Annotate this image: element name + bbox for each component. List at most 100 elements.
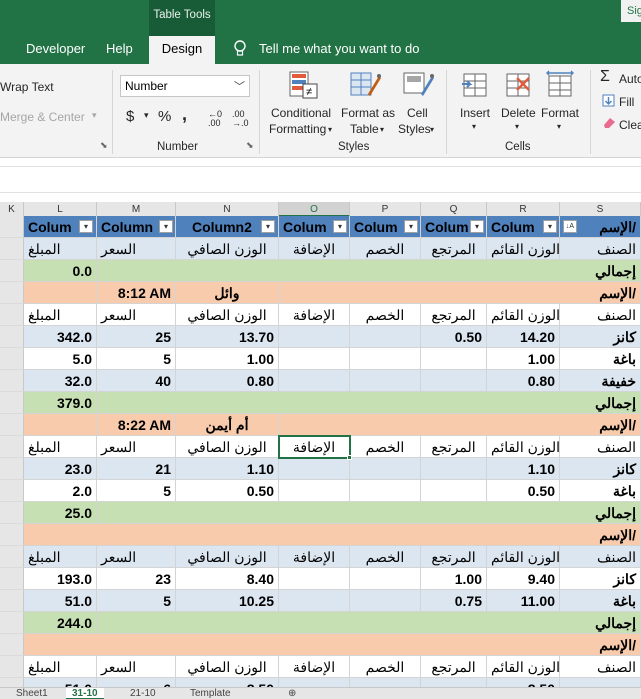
item-cell[interactable]: كانز — [560, 568, 641, 590]
gross-weight-cell[interactable]: 9.40 — [487, 568, 560, 590]
column-header-o[interactable]: O — [279, 202, 350, 217]
net-weight-cell[interactable]: 8.40 — [176, 568, 279, 590]
name-label-cell[interactable]: الإسم/ — [560, 282, 641, 304]
insert-cells-icon[interactable] — [460, 70, 490, 100]
cell[interactable] — [279, 414, 560, 436]
cell[interactable]: الصنف — [560, 656, 641, 678]
discount-cell[interactable] — [350, 590, 421, 612]
cell[interactable] — [24, 524, 560, 546]
selected-cell[interactable]: الإضافة — [279, 436, 350, 458]
delete-cells-icon[interactable] — [503, 70, 533, 100]
sheet-tab[interactable]: Template — [184, 688, 237, 699]
comma-style-icon[interactable]: , — [182, 104, 187, 125]
percent-icon[interactable]: % — [158, 108, 171, 125]
item-cell[interactable]: باغة — [560, 590, 641, 612]
sheet-tab[interactable]: Sheet1 — [10, 688, 54, 699]
time-cell[interactable]: 8:22 AM — [97, 414, 176, 436]
price-cell[interactable]: 40 — [97, 370, 176, 392]
item-cell[interactable]: كانز — [560, 458, 641, 480]
returned-cell[interactable]: 1.00 — [421, 568, 487, 590]
total-label-cell[interactable]: إجمالي — [560, 502, 641, 524]
cell[interactable]: الخصم — [350, 238, 421, 260]
cell[interactable]: الوزن الصافي — [176, 238, 279, 260]
returned-cell[interactable] — [421, 458, 487, 480]
item-cell[interactable]: باغة — [560, 480, 641, 502]
amount-cell[interactable]: 193.0 — [24, 568, 97, 590]
chevron-down-icon[interactable]: ▾ — [472, 122, 476, 131]
filter-dropdown-icon[interactable]: ▾ — [79, 220, 93, 233]
cell[interactable]: الوزن الصافي — [176, 436, 279, 458]
item-cell[interactable]: باغة — [560, 348, 641, 370]
column-header-r[interactable]: R — [487, 202, 560, 217]
sheet-tab-active[interactable]: 31-10 — [66, 688, 104, 699]
cell[interactable]: الوزن الصافي — [176, 546, 279, 568]
name-label-cell[interactable]: الإسم/ — [560, 634, 641, 656]
autosum-label[interactable]: Auto — [619, 72, 641, 86]
formatting-label[interactable]: Formatting — [269, 122, 326, 136]
chevron-down-icon[interactable]: ▾ — [328, 125, 332, 134]
column-header-p[interactable]: P — [350, 202, 421, 217]
amount-cell[interactable]: 32.0 — [24, 370, 97, 392]
gross-weight-cell[interactable]: 8.50 — [487, 678, 560, 687]
filter-dropdown-icon[interactable]: ▾ — [261, 220, 275, 233]
dialog-launcher-icon[interactable]: ⬊ — [100, 140, 108, 151]
row-header[interactable] — [0, 524, 24, 546]
chevron-down-icon[interactable]: ▾ — [144, 110, 149, 121]
cell[interactable]: الوزن الصافي — [176, 304, 279, 326]
wrap-text-button[interactable]: Wrap Text — [0, 80, 54, 94]
gross-weight-cell[interactable]: 11.00 — [487, 590, 560, 612]
amount-cell[interactable]: 51.0 — [24, 678, 97, 687]
styles-label[interactable]: Styles — [398, 122, 431, 136]
filter-dropdown-icon[interactable]: ▾ — [470, 220, 484, 233]
column-header-s[interactable]: S — [560, 202, 641, 217]
cell[interactable]: الإضافة — [279, 304, 350, 326]
row-header[interactable] — [0, 414, 24, 436]
conditional-formatting-icon[interactable]: ≠ — [289, 70, 319, 100]
returned-cell[interactable] — [421, 480, 487, 502]
row-header[interactable] — [0, 612, 24, 634]
row-header[interactable] — [0, 656, 24, 678]
tell-me-search[interactable]: Tell me what you want to do — [259, 41, 419, 56]
row-header[interactable] — [0, 458, 24, 480]
cell[interactable]: المرتجع — [421, 436, 487, 458]
merge-center-button[interactable]: Merge & Center — [0, 110, 85, 124]
cell[interactable]: الإضافة — [279, 546, 350, 568]
net-weight-cell[interactable]: 10.25 — [176, 590, 279, 612]
gross-weight-cell[interactable]: 0.50 — [487, 480, 560, 502]
row-header[interactable] — [0, 502, 24, 524]
gross-weight-cell[interactable]: 1.10 — [487, 458, 560, 480]
row-header[interactable] — [0, 568, 24, 590]
format-as-label[interactable]: Format as — [341, 106, 395, 120]
add-sheet-icon[interactable]: ⊕ — [282, 688, 302, 699]
returned-cell[interactable] — [421, 678, 487, 687]
row-header[interactable] — [0, 480, 24, 502]
total-amount-cell[interactable]: 25.0 — [24, 502, 97, 524]
discount-cell[interactable] — [350, 568, 421, 590]
fill-label[interactable]: Fill — [619, 95, 634, 109]
cell[interactable]: الخصم — [350, 436, 421, 458]
row-header[interactable] — [0, 546, 24, 568]
addition-cell[interactable] — [279, 480, 350, 502]
time-cell[interactable]: 8:12 AM — [97, 282, 176, 304]
discount-cell[interactable] — [350, 480, 421, 502]
returned-cell[interactable] — [421, 370, 487, 392]
filter-dropdown-icon[interactable]: ▾ — [333, 220, 347, 233]
cell[interactable]: المبلغ — [24, 436, 97, 458]
cell[interactable]: الصنف — [560, 436, 641, 458]
discount-cell[interactable] — [350, 678, 421, 687]
format-label[interactable]: Format — [541, 106, 579, 120]
discount-cell[interactable] — [350, 458, 421, 480]
cell[interactable] — [24, 634, 560, 656]
total-amount-cell[interactable]: 244.0 — [24, 612, 97, 634]
cell[interactable] — [97, 260, 560, 282]
row-header[interactable] — [0, 260, 24, 282]
cell[interactable]: المرتجع — [421, 546, 487, 568]
price-cell[interactable]: 25 — [97, 326, 176, 348]
column-header-l[interactable]: L — [24, 202, 97, 217]
cell[interactable]: المبلغ — [24, 304, 97, 326]
format-as-table-icon[interactable] — [350, 70, 382, 100]
cell[interactable]: السعر — [97, 238, 176, 260]
total-label-cell[interactable]: إجمالي — [560, 392, 641, 414]
cell[interactable] — [279, 282, 560, 304]
addition-cell[interactable] — [279, 370, 350, 392]
